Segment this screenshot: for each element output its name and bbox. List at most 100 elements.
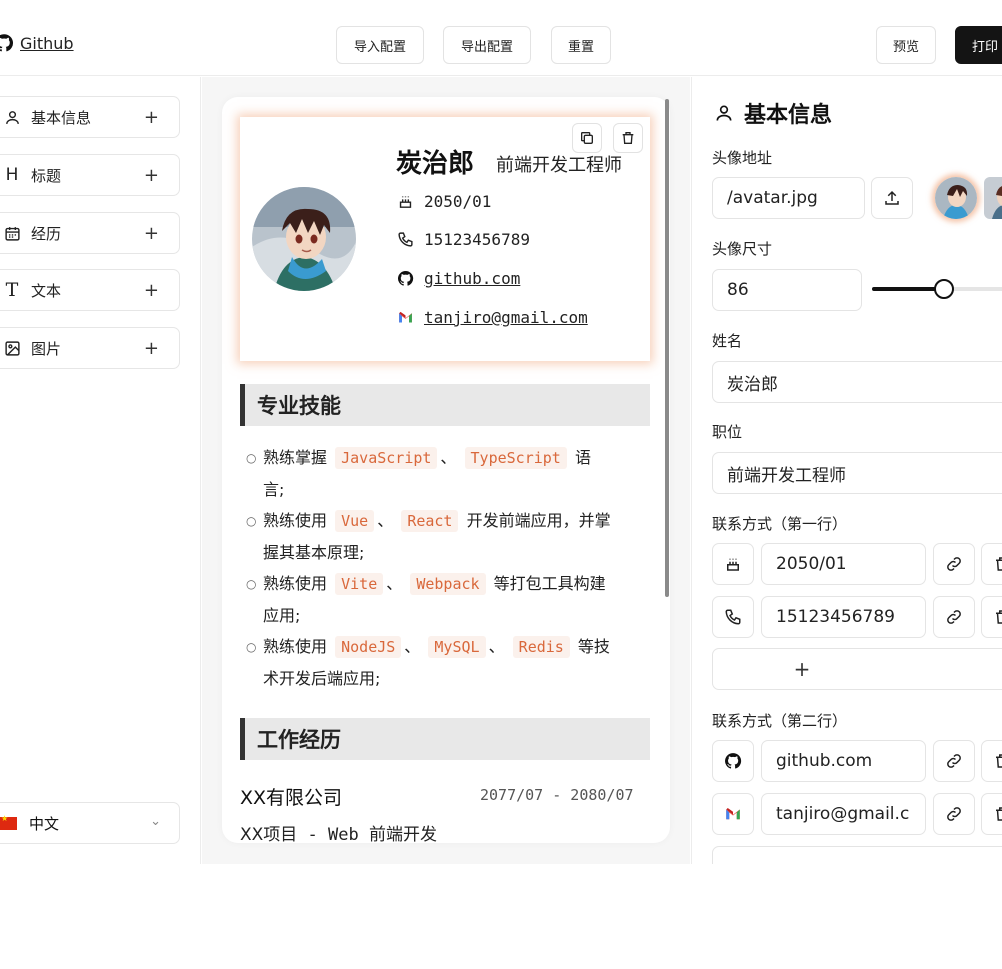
contact-row2-label: 联系方式（第二行）: [712, 712, 848, 730]
contact-github[interactable]: github.com: [396, 269, 520, 288]
delete-row-button[interactable]: [981, 596, 1002, 638]
skill-text: 等打包工具构建: [493, 574, 606, 593]
print-button[interactable]: 打印: [955, 26, 1002, 64]
skill-text: 熟练使用: [263, 637, 328, 656]
basic-info-card[interactable]: 炭治郎 前端开发工程师 2050/01 15123456789 github.c…: [240, 117, 650, 361]
sidebar-item-heading[interactable]: H 标题 +: [0, 154, 180, 196]
row1-birth-icon-button[interactable]: [712, 543, 754, 585]
skill-item: ○ 熟练使用 Vue、 React 开发前端应用，并掌 握其基本原理;: [246, 505, 626, 569]
plus-icon[interactable]: +: [144, 165, 159, 186]
sidebar-item-label: 图片: [31, 339, 62, 358]
gmail-icon: [396, 309, 414, 327]
skill-sep: 、: [386, 574, 403, 593]
trash-icon: [996, 807, 1002, 821]
skill-tag: Redis: [512, 636, 570, 658]
skill-tag: TypeScript: [464, 447, 567, 469]
skill-item: ○ 熟练使用 Vite、 Webpack 等打包工具构建 应用;: [246, 568, 626, 632]
delete-row-button[interactable]: [981, 793, 1002, 835]
skill-tag: MySQL: [428, 636, 486, 658]
skill-text: 开发前端应用，并掌: [466, 511, 611, 530]
preview-button[interactable]: 预览: [876, 26, 936, 64]
work-project: XX项目 - Web 前端开发: [240, 820, 437, 843]
add-row2-contact-button[interactable]: [712, 846, 1002, 864]
row1-birth-input[interactable]: 2050/01: [761, 543, 926, 585]
skill-text: 语: [574, 448, 591, 467]
avatar-size-input[interactable]: 86: [712, 269, 862, 311]
skill-text: 术开发后端应用;: [263, 669, 381, 688]
row2-email-icon-button[interactable]: [712, 793, 754, 835]
row2-github-icon-button[interactable]: [712, 740, 754, 782]
contact-birth: 2050/01: [396, 192, 491, 211]
skill-tag: Webpack: [410, 573, 486, 595]
delete-button[interactable]: [613, 123, 643, 153]
contact-email[interactable]: tanjiro@gmail.com: [396, 308, 588, 327]
contact-github-link[interactable]: github.com: [424, 269, 520, 288]
skill-item: ○ 熟练掌握 JavaScript、 TypeScript 语言;: [246, 442, 626, 506]
name-label: 姓名: [712, 332, 743, 350]
row2-github-input[interactable]: github.com: [761, 740, 926, 782]
avatar-url-input[interactable]: /avatar.jpg: [712, 177, 865, 219]
sidebar-item-basic-info[interactable]: 基本信息 +: [0, 96, 180, 138]
bullet-icon: ○: [246, 640, 257, 654]
plus-icon[interactable]: +: [144, 280, 159, 301]
link-icon: [947, 807, 961, 821]
resume-name: 炭治郎: [396, 149, 475, 179]
row1-phone-input[interactable]: 15123456789: [761, 596, 926, 638]
name-input[interactable]: 炭治郎: [712, 361, 1002, 403]
gmail-icon: [726, 808, 740, 820]
skill-text: 握其基本原理;: [263, 543, 365, 562]
language-select[interactable]: 中文 ⌄: [0, 802, 180, 844]
job-title-input[interactable]: 前端开发工程师: [712, 452, 1002, 494]
preview-scrollbar[interactable]: [665, 99, 669, 597]
link-button[interactable]: [933, 740, 975, 782]
add-row1-contact-button[interactable]: +: [712, 648, 1002, 690]
contact-email-link[interactable]: tanjiro@gmail.com: [424, 308, 588, 327]
user-icon: [716, 105, 732, 121]
cake-icon: [396, 193, 414, 211]
resume-paper: 炭治郎 前端开发工程师 2050/01 15123456789 github.c…: [222, 97, 670, 843]
upload-button[interactable]: [871, 177, 913, 219]
resume-preview-area: 炭治郎 前端开发工程师 2050/01 15123456789 github.c…: [202, 77, 690, 864]
skill-text: 熟练使用: [263, 574, 328, 593]
github-link[interactable]: Github: [0, 33, 74, 53]
chevron-down-icon: ⌄: [150, 814, 161, 829]
link-button[interactable]: [933, 793, 975, 835]
delete-row-button[interactable]: [981, 543, 1002, 585]
avatar: [252, 187, 356, 291]
work-date: 2077/07 - 2080/07: [480, 786, 634, 804]
heading-icon: H: [5, 165, 19, 185]
sidebar-item-image[interactable]: 图片 +: [0, 327, 180, 369]
export-config-button[interactable]: 导出配置: [443, 26, 531, 64]
skill-tag: Vite: [335, 573, 384, 595]
import-config-button[interactable]: 导入配置: [336, 26, 424, 64]
user-icon: [3, 108, 21, 126]
slider-handle[interactable]: [934, 279, 954, 299]
delete-row-button[interactable]: [981, 740, 1002, 782]
upload-icon: [885, 190, 899, 205]
contact-phone-text: 15123456789: [424, 230, 530, 249]
link-button[interactable]: [933, 596, 975, 638]
link-button[interactable]: [933, 543, 975, 585]
avatar-option-selected[interactable]: [935, 177, 977, 219]
skill-tag: React: [401, 510, 459, 532]
plus-icon[interactable]: +: [144, 223, 159, 244]
bullet-icon: ○: [246, 451, 257, 465]
row2-email-input[interactable]: tanjiro@gmail.c: [761, 793, 926, 835]
row1-phone-icon-button[interactable]: [712, 596, 754, 638]
phone-icon: [396, 231, 414, 249]
sidebar-item-text[interactable]: T 文本 +: [0, 269, 180, 311]
avatar-url-label: 头像地址: [712, 149, 773, 167]
avatar-option[interactable]: [984, 177, 1002, 219]
avatar-size-slider[interactable]: [872, 279, 1002, 299]
copy-button[interactable]: [572, 123, 602, 153]
reset-button[interactable]: 重置: [551, 26, 611, 64]
sidebar-item-experience[interactable]: 经历 +: [0, 212, 180, 254]
skill-text: 言;: [263, 480, 285, 499]
resume-builder-app: Github 导入配置 导出配置 重置 预览 打印 基本信息 + H 标题 + …: [0, 0, 1002, 969]
plus-icon[interactable]: +: [144, 107, 159, 128]
skill-text: 熟练掌握: [263, 448, 328, 467]
panel-title: 基本信息: [714, 97, 832, 129]
resume-job-title: 前端开发工程师: [496, 155, 622, 176]
plus-icon[interactable]: +: [144, 338, 159, 359]
github-icon: [725, 753, 742, 769]
